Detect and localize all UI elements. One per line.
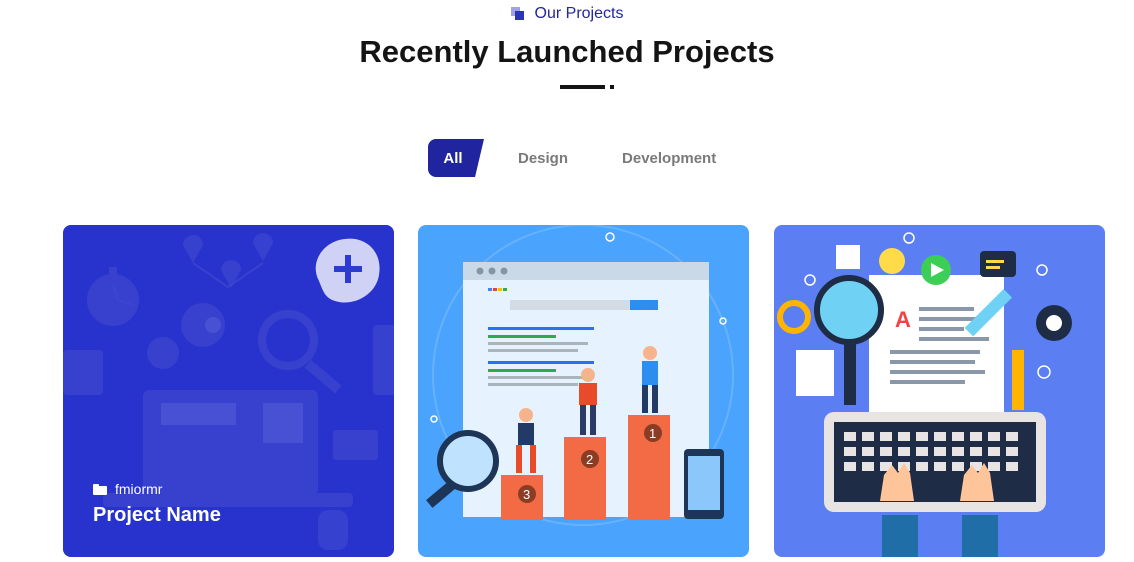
project-category: fmiormr — [93, 481, 162, 497]
filter-all[interactable]: All — [428, 139, 484, 177]
svg-text:3: 3 — [523, 487, 530, 502]
filter-development[interactable]: Development — [622, 150, 716, 167]
stack-icon — [510, 7, 525, 21]
svg-text:1: 1 — [649, 426, 656, 441]
eyebrow-text: Our Projects — [534, 5, 624, 22]
project-name[interactable]: Project Name — [93, 504, 221, 527]
title-underline — [560, 85, 614, 89]
filter-design[interactable]: Design — [518, 150, 568, 167]
project-card[interactable]: fmiormr Project Name — [63, 225, 394, 557]
section-title: Recently Launched Projects — [359, 34, 775, 69]
folder-icon — [93, 483, 107, 495]
project-filter-tabs: All Design Development — [428, 139, 716, 177]
project-category-label: fmiormr — [115, 481, 163, 497]
project-card[interactable]: A — [774, 225, 1105, 557]
svg-text:2: 2 — [586, 452, 593, 467]
svg-text:A: A — [895, 307, 911, 332]
section-eyebrow: Our Projects — [0, 5, 1134, 23]
seo-ranking-podium-illustration: 3 2 1 — [426, 225, 734, 526]
content-writing-keyboard-illustration: A — [777, 232, 1072, 557]
project-card[interactable]: 3 2 1 — [418, 225, 749, 557]
add-icon[interactable] — [309, 233, 385, 309]
